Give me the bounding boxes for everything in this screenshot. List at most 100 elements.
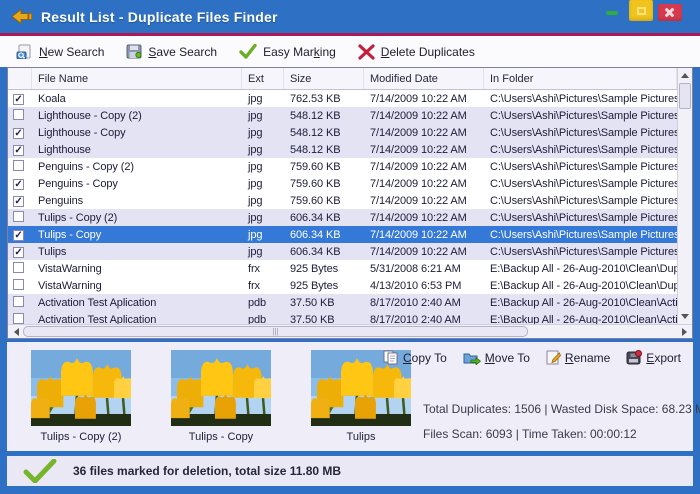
minimize-button[interactable] — [600, 4, 624, 21]
table-row[interactable]: VistaWarning frx 925 Bytes 5/31/2008 6:2… — [8, 260, 677, 277]
close-button[interactable] — [658, 4, 682, 21]
row-checkbox[interactable] — [13, 94, 24, 105]
new-search-label: New Search — [39, 45, 104, 59]
modified-date-cell: 7/14/2009 10:22 AM — [364, 195, 484, 207]
row-checkbox[interactable] — [13, 160, 24, 171]
scroll-up-icon[interactable] — [678, 69, 692, 82]
minimize-icon — [606, 11, 618, 15]
row-checkbox[interactable] — [13, 145, 24, 156]
row-checkbox[interactable] — [13, 211, 24, 222]
file-name-cell: Koala — [32, 93, 242, 105]
header-size[interactable]: Size — [284, 68, 364, 89]
modified-date-cell: 7/14/2009 10:22 AM — [364, 144, 484, 156]
table-row[interactable]: Activation Test Aplication pdb 37.50 KB … — [8, 311, 677, 324]
row-checkbox[interactable] — [13, 247, 24, 258]
header-in-folder[interactable]: In Folder — [484, 68, 677, 89]
row-checkbox[interactable] — [13, 196, 24, 207]
table-row[interactable]: Penguins jpg 759.60 KB 7/14/2009 10:22 A… — [8, 192, 677, 209]
row-checkbox[interactable] — [13, 179, 24, 190]
table-row[interactable]: Tulips - Copy jpg 606.34 KB 7/14/2009 10… — [8, 226, 677, 243]
header-file-name[interactable]: File Name — [32, 68, 242, 89]
row-checkbox[interactable] — [13, 313, 24, 324]
table-row[interactable]: Tulips - Copy (2) jpg 606.34 KB 7/14/200… — [8, 209, 677, 226]
easy-marking-label: Easy Marking — [263, 45, 336, 59]
table-row[interactable]: Lighthouse jpg 548.12 KB 7/14/2009 10:22… — [8, 141, 677, 158]
maximize-button[interactable] — [629, 0, 653, 21]
stats-line-duplicates: Total Duplicates: 1506 | Wasted Disk Spa… — [423, 397, 681, 422]
table-row[interactable]: Penguins - Copy jpg 759.60 KB 7/14/2009 … — [8, 175, 677, 192]
modified-date-cell: 8/17/2010 2:40 AM — [364, 314, 484, 325]
app-window: Result List - Duplicate Files Finder New… — [0, 0, 700, 494]
file-name-cell: Penguins - Copy — [32, 178, 242, 190]
file-name-cell: Tulips - Copy (2) — [32, 212, 242, 224]
in-folder-cell: E:\Backup All - 26-Aug-2010\Clean\Activa… — [484, 297, 677, 309]
horizontal-scroll-thumb[interactable] — [23, 326, 528, 337]
tulips-thumbnail[interactable] — [171, 350, 271, 426]
row-checkbox[interactable] — [13, 109, 24, 120]
export-label: Export — [646, 351, 681, 365]
horizontal-scrollbar[interactable] — [8, 324, 692, 338]
row-checkbox[interactable] — [13, 296, 24, 307]
ext-cell: jpg — [242, 178, 284, 190]
in-folder-cell: C:\Users\Ashi\Pictures\Sample Pictures\ — [484, 229, 677, 241]
table-row[interactable]: Lighthouse - Copy jpg 548.12 KB 7/14/200… — [8, 124, 677, 141]
scroll-left-icon[interactable] — [9, 325, 23, 338]
titlebar: Result List - Duplicate Files Finder — [0, 0, 700, 33]
maximize-icon — [637, 7, 646, 15]
save-search-label: Save Search — [148, 45, 217, 59]
row-checkbox[interactable] — [13, 128, 24, 139]
delete-duplicates-button[interactable]: Delete Duplicates — [358, 44, 475, 60]
ext-cell: jpg — [242, 127, 284, 139]
size-cell: 762.53 KB — [284, 93, 364, 105]
scroll-right-icon[interactable] — [677, 325, 691, 338]
status-message: 36 files marked for deletion, total size… — [73, 464, 341, 478]
table-row[interactable]: Koala jpg 762.53 KB 7/14/2009 10:22 AM C… — [8, 90, 677, 107]
file-name-cell: Activation Test Aplication — [32, 314, 242, 325]
table-row[interactable]: VistaWarning frx 925 Bytes 4/13/2010 6:5… — [8, 277, 677, 294]
easy-marking-button[interactable]: Easy Marking — [239, 44, 336, 59]
rename-pencil-icon — [546, 350, 561, 365]
vertical-scrollbar[interactable] — [677, 68, 692, 324]
in-folder-cell: C:\Users\Ashi\Pictures\Sample Pictures\ — [484, 127, 677, 139]
modified-date-cell: 8/17/2010 2:40 AM — [364, 297, 484, 309]
save-search-button[interactable]: Save Search — [126, 44, 217, 59]
row-checkbox[interactable] — [13, 230, 24, 241]
preview-label: Tulips - Copy — [169, 431, 273, 443]
rename-button[interactable]: Rename — [546, 350, 610, 365]
tulips-thumbnail[interactable] — [31, 350, 131, 426]
table-body: Koala jpg 762.53 KB 7/14/2009 10:22 AM C… — [8, 90, 677, 324]
scroll-down-icon[interactable] — [678, 310, 692, 323]
move-to-button[interactable]: Move To — [463, 350, 530, 365]
row-checkbox[interactable] — [13, 262, 24, 273]
rename-label: Rename — [565, 351, 610, 365]
row-checkbox[interactable] — [13, 279, 24, 290]
export-icon — [626, 350, 642, 365]
header-ext[interactable]: Ext — [242, 68, 284, 89]
export-button[interactable]: Export — [626, 350, 681, 365]
new-search-button[interactable]: New Search — [16, 44, 104, 59]
preview-label: Tulips - Copy (2) — [29, 431, 133, 443]
file-name-cell: Tulips — [32, 246, 242, 258]
file-preview: Tulips - Copy — [169, 350, 273, 451]
table-row[interactable]: Activation Test Aplication pdb 37.50 KB … — [8, 294, 677, 311]
vertical-scroll-thumb[interactable] — [679, 83, 691, 109]
ext-cell: frx — [242, 263, 284, 275]
table-row[interactable]: Penguins - Copy (2) jpg 759.60 KB 7/14/2… — [8, 158, 677, 175]
size-cell: 548.12 KB — [284, 127, 364, 139]
checkbox-cell — [8, 246, 32, 258]
header-checkbox-column[interactable] — [8, 68, 32, 89]
checkbox-cell — [8, 127, 32, 139]
modified-date-cell: 7/14/2009 10:22 AM — [364, 93, 484, 105]
table-row[interactable]: Tulips jpg 606.34 KB 7/14/2009 10:22 AM … — [8, 243, 677, 260]
action-buttons: Copy To Move To Rename — [423, 350, 681, 365]
delete-duplicates-label: Delete Duplicates — [381, 45, 475, 59]
modified-date-cell: 7/14/2009 10:22 AM — [364, 229, 484, 241]
copy-to-button[interactable]: Copy To — [383, 350, 447, 365]
modified-date-cell: 7/14/2009 10:22 AM — [364, 212, 484, 224]
red-x-icon — [358, 44, 375, 60]
size-cell: 759.60 KB — [284, 178, 364, 190]
table-row[interactable]: Lighthouse - Copy (2) jpg 548.12 KB 7/14… — [8, 107, 677, 124]
in-folder-cell: E:\Backup All - 26-Aug-2010\Clean\Duplic… — [484, 263, 677, 275]
header-modified-date[interactable]: Modified Date — [364, 68, 484, 89]
file-preview: Tulips - Copy (2) — [29, 350, 133, 451]
